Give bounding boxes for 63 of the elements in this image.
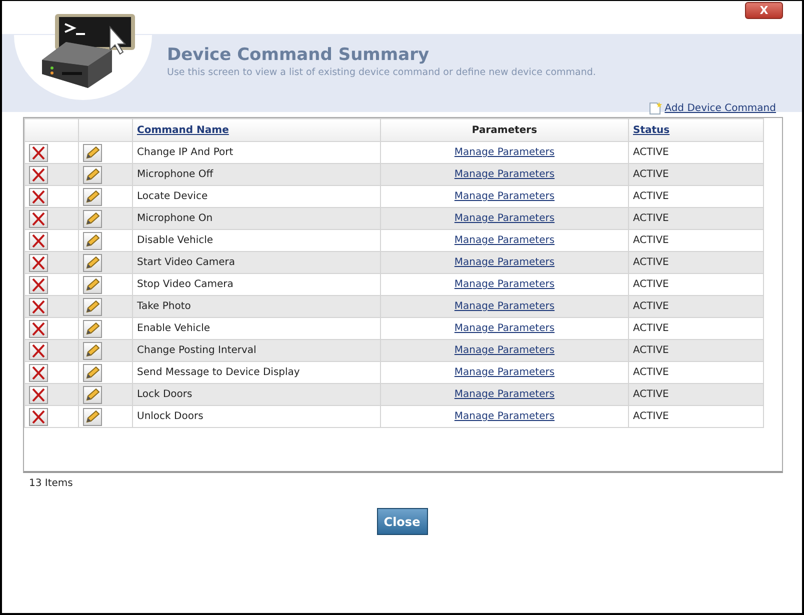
column-header: Parameters <box>472 124 538 136</box>
column-header-link[interactable]: Command Name <box>137 124 229 136</box>
command-name: Start Video Camera <box>137 257 236 268</box>
status-text: ACTIVE <box>633 279 669 290</box>
delete-icon[interactable] <box>29 166 48 184</box>
edit-pencil-icon[interactable] <box>83 144 102 162</box>
terminal-device-icon <box>14 14 152 100</box>
delete-icon[interactable] <box>29 364 48 382</box>
edit-pencil-icon[interactable] <box>83 210 102 228</box>
delete-icon[interactable] <box>29 342 48 360</box>
delete-icon[interactable] <box>29 298 48 316</box>
delete-icon[interactable] <box>29 144 48 162</box>
edit-pencil-icon[interactable] <box>83 320 102 338</box>
status-text: ACTIVE <box>633 235 669 246</box>
column-header-link[interactable]: Status <box>633 124 670 136</box>
status-text: ACTIVE <box>633 367 669 378</box>
command-name: Take Photo <box>137 301 191 312</box>
status-text: ACTIVE <box>633 345 669 356</box>
command-name: Stop Video Camera <box>137 279 234 290</box>
status-text: ACTIVE <box>633 257 669 268</box>
command-name: Microphone Off <box>137 169 214 180</box>
command-name: Lock Doors <box>137 389 192 400</box>
command-name: Enable Vehicle <box>137 323 210 334</box>
page-subtitle: Use this screen to view a list of existing device command or define new device command. <box>167 66 597 80</box>
delete-icon[interactable] <box>29 210 48 228</box>
new-document-icon <box>648 102 662 115</box>
command-name: Unlock Doors <box>137 411 204 422</box>
edit-pencil-icon[interactable] <box>83 188 102 206</box>
close-dialog-button[interactable]: Close <box>376 508 428 535</box>
command-name: Send Message to Device Display <box>137 367 300 378</box>
add-device-command-link[interactable]: Add Device Command <box>664 101 776 116</box>
status-text: ACTIVE <box>633 147 669 158</box>
delete-icon[interactable] <box>29 386 48 404</box>
delete-icon[interactable] <box>29 276 48 294</box>
delete-icon[interactable] <box>29 408 48 426</box>
edit-pencil-icon[interactable] <box>83 386 102 404</box>
edit-pencil-icon[interactable] <box>83 166 102 184</box>
edit-pencil-icon[interactable] <box>83 364 102 382</box>
delete-icon[interactable] <box>29 232 48 250</box>
status-text: ACTIVE <box>633 411 669 422</box>
command-name: Locate Device <box>137 191 208 202</box>
status-text: ACTIVE <box>633 301 669 312</box>
window-close-button[interactable]: X <box>745 2 783 19</box>
status-text: ACTIVE <box>633 323 669 334</box>
edit-pencil-icon[interactable] <box>83 408 102 426</box>
command-name: Disable Vehicle <box>137 235 214 246</box>
item-count: 13 Items <box>29 477 74 491</box>
command-name: Change Posting Interval <box>137 345 256 356</box>
edit-pencil-icon[interactable] <box>83 232 102 250</box>
page-title: Device Command Summary <box>167 44 430 66</box>
command-name: Change IP And Port <box>137 147 234 158</box>
delete-icon[interactable] <box>29 188 48 206</box>
delete-icon[interactable] <box>29 320 48 338</box>
edit-pencil-icon[interactable] <box>83 276 102 294</box>
status-text: ACTIVE <box>633 191 669 202</box>
command-name: Microphone On <box>137 213 213 224</box>
edit-pencil-icon[interactable] <box>83 342 102 360</box>
status-text: ACTIVE <box>633 213 669 224</box>
delete-icon[interactable] <box>29 254 48 272</box>
edit-pencil-icon[interactable] <box>83 254 102 272</box>
edit-pencil-icon[interactable] <box>83 298 102 316</box>
status-text: ACTIVE <box>633 389 669 400</box>
status-text: ACTIVE <box>633 169 669 180</box>
